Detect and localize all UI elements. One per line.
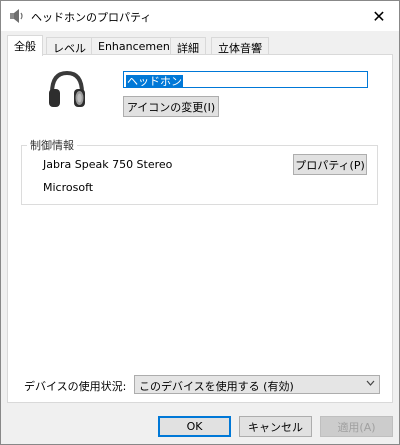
properties-window: ヘッドホンのプロパティ ✕ 全般 レベル Enhancements 詳細 立体音… [0,0,400,445]
tab-general[interactable]: 全般 [7,35,43,56]
controller-name: Jabra Speak 750 Stereo [43,158,173,171]
device-usage-select[interactable]: このデバイスを使用する (有効) [134,375,380,394]
tab-advanced[interactable]: 詳細 [170,37,206,55]
controller-properties-button[interactable]: プロパティ(P) [293,154,367,175]
close-button[interactable]: ✕ [359,1,399,31]
close-icon: ✕ [372,6,386,26]
headphones-icon [49,70,85,107]
title-bar: ヘッドホンのプロパティ ✕ [1,1,399,31]
tab-spatial-sound[interactable]: 立体音響 [211,37,269,55]
controller-info-legend: 制御情報 [27,137,77,153]
device-name-text: ヘッドホン [126,75,183,88]
ok-button[interactable]: OK [158,416,231,437]
window-title: ヘッドホンのプロパティ [31,11,152,24]
apply-button[interactable]: 適用(A) [320,416,393,437]
manufacturer-name: Microsoft [43,181,94,194]
speaker-icon [10,9,23,23]
device-usage-label: デバイスの使用状況: [24,380,127,393]
change-icon-button[interactable]: アイコンの変更(I) [123,96,219,117]
device-name-input[interactable]: ヘッドホン [123,71,368,88]
device-usage-value: このデバイスを使用する (有効) [139,380,294,393]
tab-levels[interactable]: レベル [46,37,93,55]
cancel-button[interactable]: キャンセル [239,416,312,437]
chevron-down-icon [366,377,375,392]
